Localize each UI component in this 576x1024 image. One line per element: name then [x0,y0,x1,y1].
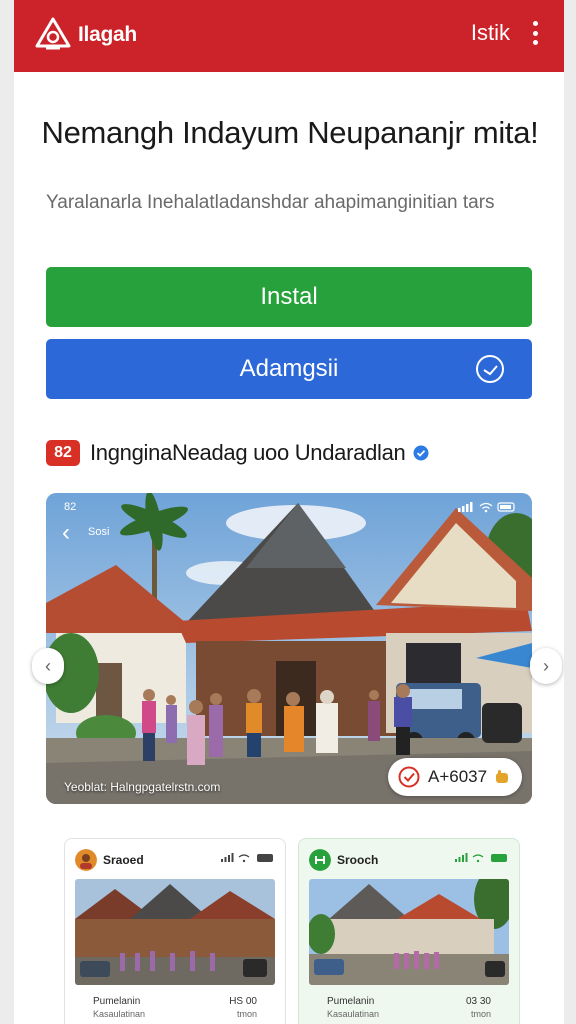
status-icons [455,853,507,863]
app-page: Ilagah Istik Nemangh Indayum Neupananjr … [14,0,564,1024]
more-menu-icon[interactable] [532,21,538,45]
app-badge: 82 [46,440,80,466]
image-caption: Yeoblat: Halngpgatelrstn.com [64,780,221,794]
page-title: Nemangh Indayum Neupananjr mita! [41,115,539,150]
app-info-row: 82 IngnginaNeadag uoo Undaradlan [46,440,429,466]
back-icon[interactable]: ‹ [62,519,70,547]
chevron-left-icon: ‹ [45,655,51,676]
back-label: Sosi [88,526,110,538]
card-footer-subtitle: Kasaulatinan [93,1009,146,1019]
status-time: 82 [64,501,77,513]
house-thumbnail [75,879,275,985]
heart-check-icon [398,766,420,788]
install-button-label: Instal [260,283,318,310]
hand-icon [496,770,509,783]
house-thumbnail [309,879,509,985]
rating-chip-text: A+6037 [428,767,488,786]
brand-logo[interactable]: Ilagah [34,16,137,54]
card-title: Sraoed [103,853,144,867]
card-footer-title: Pumelanin [327,996,375,1007]
avatar [75,849,97,871]
card-title: Srooch [337,853,379,867]
page-subtitle: Yaralanarla Inehalatladanshdar ahapimang… [46,192,495,213]
card-footer-unit: tmon [236,1009,257,1019]
carousel-prev-button[interactable]: ‹ [32,648,64,684]
preview-card[interactable]: Sraoed Pumelanin Kasaulatinan HS 00 tmon [64,838,286,1024]
carousel-next-button[interactable]: › [530,648,562,684]
logo-icon [35,17,71,50]
chevron-right-icon: › [543,655,549,676]
top-link[interactable]: Istik [471,20,510,46]
card-footer-unit: tmon [470,1009,491,1019]
card-footer-subtitle: Kasaulatinan [327,1009,380,1019]
app-name: IngnginaNeadag uoo Undaradlan [90,440,406,465]
card-footer-value: HS 00 [229,996,257,1007]
install-button[interactable]: Instal [46,267,532,327]
status-icons [458,502,515,513]
clock-icon [476,355,504,383]
secondary-button-label: Adamgsii [239,355,339,382]
preview-card[interactable]: Srooch Pumelanin Kasaulatinan 03 30 tmon [298,838,520,1024]
verified-check-icon [413,445,429,461]
card-footer-value: 03 30 [465,996,491,1007]
card-footer-title: Pumelanin [93,996,141,1007]
top-bar: Ilagah Istik [14,0,564,72]
status-icons [221,853,273,863]
gallery-image[interactable]: 82 ‹ Sosi Yeoblat: Halngpgatelrstn.com A… [46,493,532,804]
brand-name: Ilagah [78,23,137,46]
rating-chip[interactable]: A+6037 [388,758,522,796]
avatar [309,849,331,871]
secondary-button[interactable]: Adamgsii [46,339,532,399]
